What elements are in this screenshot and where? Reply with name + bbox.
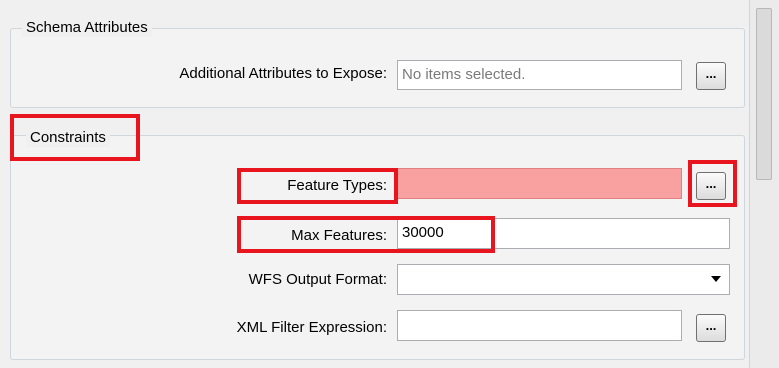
feature-types-label-highlight bbox=[237, 168, 398, 204]
xml-filter-field[interactable] bbox=[397, 310, 682, 341]
xml-filter-browse-button[interactable]: ... bbox=[696, 314, 726, 342]
constraints-title-highlight bbox=[10, 114, 140, 161]
wfs-output-format-dropdown[interactable] bbox=[397, 264, 730, 295]
additional-attributes-field[interactable]: No items selected. bbox=[397, 60, 682, 90]
additional-attributes-browse-button[interactable]: ... bbox=[696, 62, 726, 90]
max-features-highlight bbox=[237, 216, 495, 253]
chevron-down-icon[interactable] bbox=[711, 276, 721, 282]
additional-attributes-label: Additional Attributes to Expose: bbox=[179, 65, 387, 82]
vertical-scrollbar[interactable] bbox=[749, 0, 779, 368]
xml-filter-label: XML Filter Expression: bbox=[236, 319, 387, 336]
additional-attributes-placeholder: No items selected. bbox=[402, 66, 526, 83]
schema-attributes-title: Schema Attributes bbox=[22, 19, 152, 37]
scrollbar-thumb[interactable] bbox=[756, 8, 772, 180]
feature-types-field[interactable] bbox=[397, 168, 682, 199]
feature-types-button-highlight bbox=[688, 160, 737, 207]
wfs-output-format-label: WFS Output Format: bbox=[248, 271, 387, 288]
